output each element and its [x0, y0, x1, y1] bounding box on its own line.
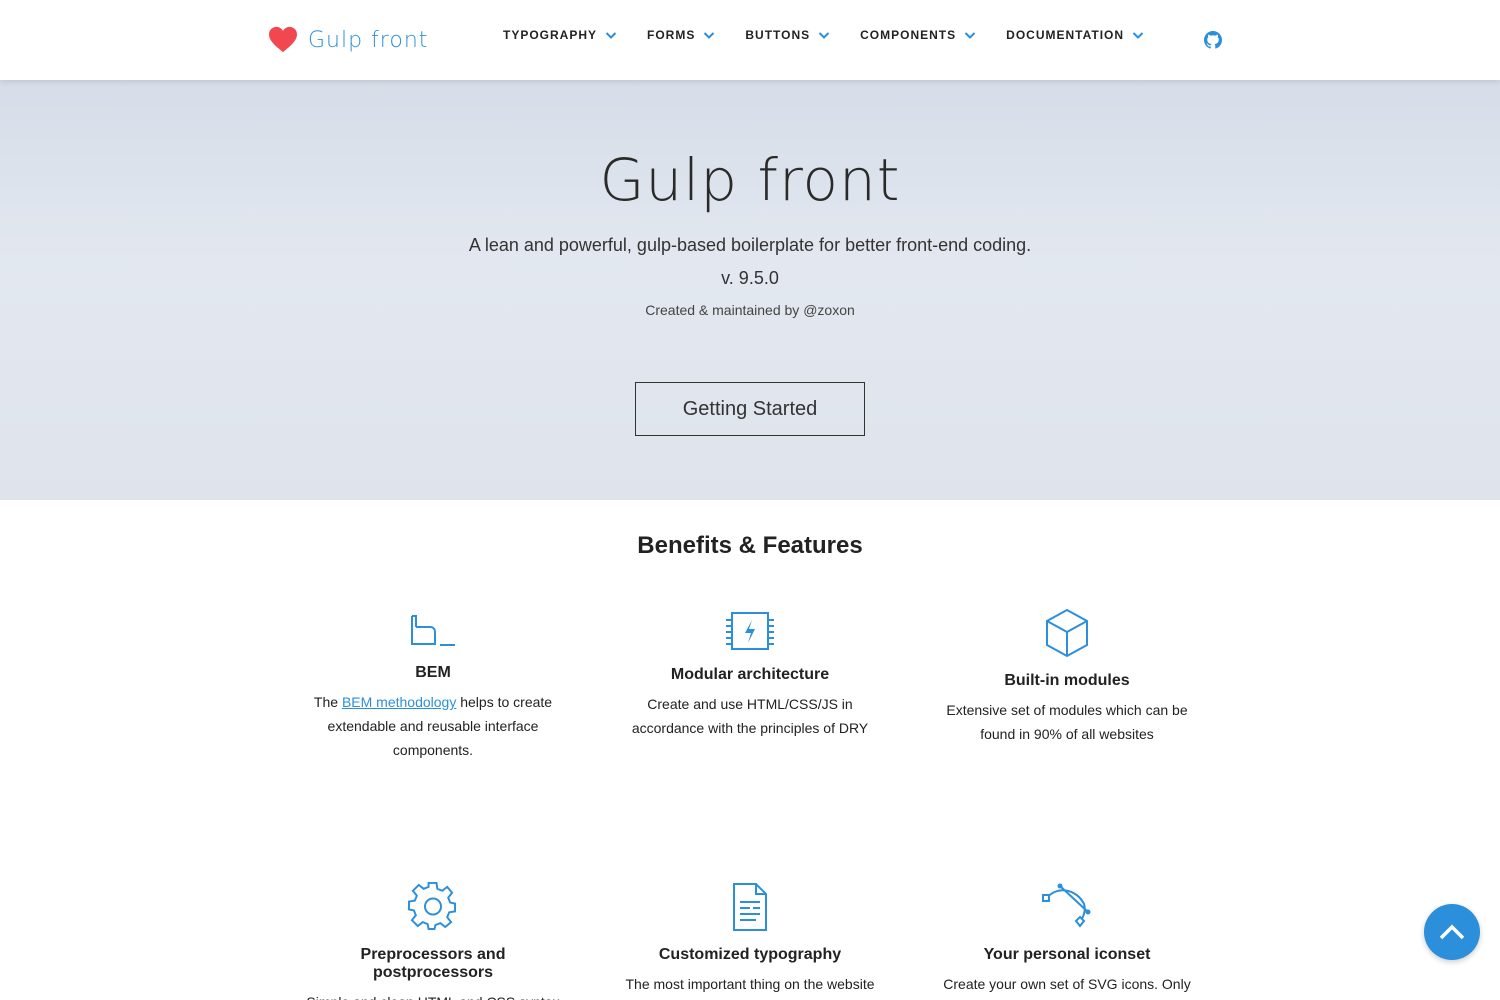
nav-label: FORMS [647, 28, 696, 42]
hero-subtitle: A lean and powerful, gulp-based boilerpl… [468, 235, 1032, 255]
feature-title: Customized typography [658, 946, 842, 963]
feature-typography: Customized typography The most important… [620, 882, 880, 1000]
nav-item-documentation[interactable]: DOCUMENTATION [1006, 28, 1144, 42]
feature-iconset: Your personal iconset Create your own se… [937, 882, 1197, 996]
feature-text: Simple and clean HTML and CSS syntax [303, 990, 563, 1000]
logo-text: Gulp front [308, 27, 429, 53]
feature-text: The BEM methodology helps to create exte… [303, 690, 563, 762]
feature-preprocessors: Preprocessors and postprocessors Simple … [303, 882, 563, 1000]
nav-item-components[interactable]: COMPONENTS [860, 28, 976, 42]
credit-text: Created & maintained by @zoxon [645, 302, 855, 318]
chevron-down-icon [818, 32, 830, 39]
feature-text: Extensive set of modules which can be fo… [946, 702, 1188, 742]
nav-item-buttons[interactable]: BUTTONS [745, 28, 830, 42]
feature-text: The most important thing on the website … [625, 976, 875, 992]
cube-icon [1046, 608, 1088, 658]
feature-title: Preprocessors and postprocessors [360, 946, 506, 981]
chevron-down-icon [704, 32, 715, 39]
feature-modular: Modular architecture Create and use HTML… [620, 610, 880, 740]
hero-title: Gulp front [599, 146, 901, 214]
heart-icon [269, 26, 297, 53]
main-nav: TYPOGRAPHY FORMS BUTTONS COMPONENTS DOCU… [503, 28, 1174, 42]
nav-label: BUTTONS [745, 28, 811, 42]
feature-text: Create and use HTML/CSS/JS in accordance… [631, 696, 869, 736]
site-header: Gulp front TYPOGRAPHY FORMS BUTTONS COMP… [0, 0, 1500, 80]
version-label: v. 9.5.0 [721, 268, 779, 288]
bem-methodology-link[interactable]: BEM methodology [342, 694, 456, 710]
gear-icon [408, 882, 457, 930]
hero-section: Gulp front A lean and powerful, gulp-bas… [0, 80, 1500, 500]
feature-title: Modular architecture [670, 666, 830, 683]
chip-icon [726, 612, 774, 650]
feature-text-before: The [313, 694, 342, 710]
nav-item-forms[interactable]: FORMS [647, 28, 715, 42]
chevron-down-icon [964, 32, 976, 39]
logo-link[interactable]: Gulp front [268, 24, 428, 56]
feature-text: Create your own set of SVG icons. Only [943, 976, 1191, 992]
nav-label: COMPONENTS [860, 28, 957, 42]
feature-modules: Built-in modules Extensive set of module… [937, 608, 1197, 746]
getting-started-button[interactable]: Getting Started [635, 382, 865, 436]
chevron-down-icon [605, 32, 617, 39]
feature-title: BEM [415, 664, 451, 681]
features-title: Benefits & Features [637, 532, 863, 559]
feature-bem: BEM The BEM methodology helps to create … [303, 610, 563, 762]
feature-title: Built-in modules [1004, 672, 1130, 689]
nav-label: TYPOGRAPHY [503, 28, 598, 42]
chevron-up-icon [1439, 924, 1465, 940]
nav-label: DOCUMENTATION [1006, 28, 1125, 42]
vector-path-icon [1042, 883, 1091, 928]
nav-item-typography[interactable]: TYPOGRAPHY [503, 28, 617, 42]
github-icon[interactable] [1204, 31, 1222, 49]
bem-icon [411, 615, 455, 646]
document-icon [733, 883, 767, 931]
scroll-to-top-button[interactable] [1424, 904, 1480, 960]
chevron-down-icon [1132, 32, 1144, 39]
feature-title: Your personal iconset [983, 946, 1151, 963]
